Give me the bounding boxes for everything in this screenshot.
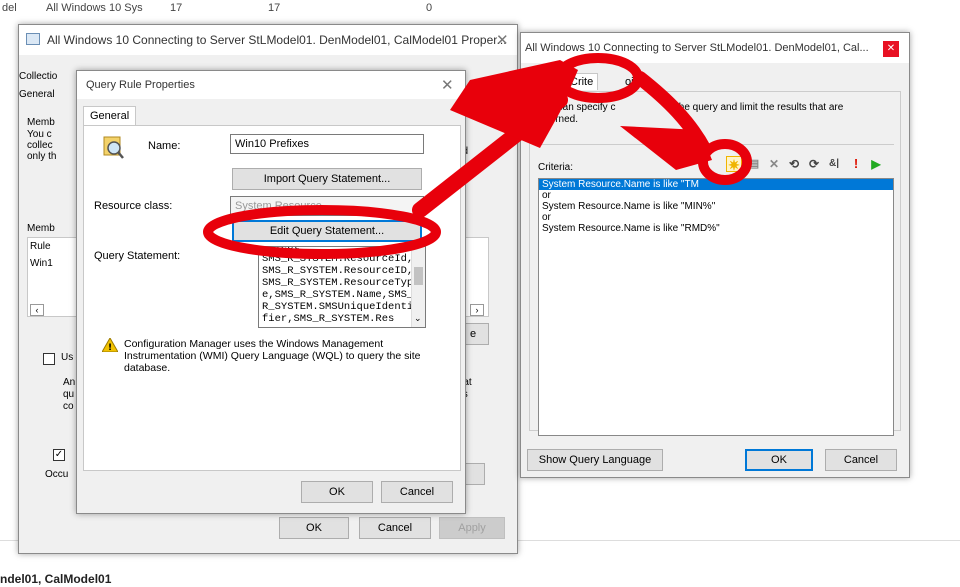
close-icon[interactable]: ✕	[883, 41, 899, 57]
properties-icon[interactable]: ▤	[746, 156, 762, 172]
partial-label: Memb	[27, 117, 55, 128]
warning-text: Configuration Manager uses the Windows M…	[124, 338, 421, 374]
query-line: SMS_R_SYSTEM.ResourceTyp	[262, 277, 414, 289]
partial-label: co	[63, 401, 74, 412]
close-icon[interactable]: ✕	[441, 76, 454, 94]
criteria-item[interactable]: System Resource.Name is like "MIN%"	[539, 201, 893, 212]
partial-label: Us	[61, 352, 74, 363]
name-label: Name:	[148, 140, 181, 152]
edit-query-statement-button[interactable]: Edit Query Statement...	[232, 220, 422, 242]
criteria-list[interactable]: System Resource.Name is like "TM or Syst…	[538, 178, 894, 436]
partial-label: An	[63, 377, 76, 388]
delete-icon[interactable]: ✕	[766, 156, 782, 172]
query-statement-window: All Windows 10 Connecting to Server StLM…	[520, 32, 910, 478]
partial-label: qu	[63, 389, 75, 400]
criteria-item[interactable]: System Resource.Name is like "RMD%"	[539, 223, 893, 234]
description-text: w the query and limit the results that a…	[666, 102, 844, 113]
partial-label: Rule	[30, 241, 51, 252]
rules-list-partial: Rule Win1 ‹	[27, 237, 79, 317]
query-text: select SMS_R_SYSTEM.ResourceId, SMS_R_SY…	[262, 246, 425, 325]
divider	[538, 144, 894, 145]
close-icon[interactable]: ✕	[496, 31, 509, 49]
query-icon	[100, 134, 126, 160]
import-query-statement-button[interactable]: Import Query Statement...	[232, 168, 422, 190]
chevron-down-icon[interactable]: ⌄	[414, 313, 422, 324]
partial-label: collec	[27, 140, 53, 151]
query-statement-label: Query Statement:	[94, 250, 181, 262]
ok-button[interactable]: OK	[301, 481, 373, 503]
bg-cell: 17	[170, 2, 183, 14]
new-criterion-icon[interactable]: ✷	[726, 156, 742, 173]
query-line: e,SMS_R_SYSTEM.Name,SMS_	[262, 289, 414, 301]
svg-text:!: !	[108, 343, 112, 352]
scrollbar-thumb[interactable]	[414, 267, 423, 285]
bg-status-text: ndel01, CalModel01	[0, 572, 112, 586]
title-bar: Query Rule Properties ✕	[77, 71, 465, 99]
description-text: returned.	[538, 114, 579, 125]
group-icon[interactable]: ⟲	[786, 156, 802, 172]
window-title: All Windows 10 Connecting to Server StLM…	[525, 42, 869, 54]
use-checkbox[interactable]	[43, 353, 55, 365]
window-icon	[26, 33, 40, 45]
bg-cell: 0	[426, 2, 433, 14]
query-line: SMS_R_SYSTEM.ResourceID,	[262, 265, 414, 277]
ok-button[interactable]: OK	[745, 449, 813, 471]
partial-label: Occu	[45, 469, 69, 480]
bg-cell: All Windows 10 Sys	[46, 2, 143, 14]
apply-button[interactable]: Apply	[439, 517, 505, 539]
and-or-icon[interactable]: &|	[826, 156, 842, 172]
partial-label: Memb	[27, 223, 55, 234]
cancel-button[interactable]: Cancel	[381, 481, 453, 503]
query-line: select SMS_R_SYSTEM.ResourceId,	[262, 246, 414, 265]
tab-collection[interactable]: Collectio	[19, 71, 57, 82]
description-text: You can specify c	[538, 102, 616, 113]
name-field[interactable]: Win10 Prefixes	[230, 134, 424, 154]
query-line: R_SYSTEM.SMSUniqueIdenti	[262, 301, 414, 313]
partial-label: Win1	[30, 258, 53, 269]
cancel-button[interactable]: Cancel	[825, 449, 897, 471]
scroll-right-icon[interactable]: ›	[470, 304, 484, 316]
tab-joins[interactable]: oins	[625, 76, 645, 88]
tab-general[interactable]: General	[19, 89, 55, 100]
query-line: fier,SMS_R_SYSTEM.Res	[262, 313, 395, 325]
criteria-tab-panel: You can specify c w the query and limit …	[529, 91, 901, 436]
show-query-language-button[interactable]: Show Query Language	[527, 449, 663, 471]
tab-criteria[interactable]: Crite	[565, 73, 599, 90]
scrollbar[interactable]: ⌄	[411, 247, 425, 327]
ok-button[interactable]: OK	[279, 517, 349, 539]
title-bar: All Windows 10 Connecting to Server StLM…	[521, 33, 909, 63]
scroll-left-icon[interactable]: ‹	[30, 304, 44, 316]
ungroup-icon[interactable]: ⟳	[806, 156, 822, 172]
query-statement-box[interactable]: select SMS_R_SYSTEM.ResourceId, SMS_R_SY…	[258, 246, 426, 328]
not-icon[interactable]: !	[848, 156, 864, 172]
general-tab-panel: Name: Win10 Prefixes Import Query Statem…	[83, 125, 461, 471]
criteria-operator[interactable]: or	[539, 190, 893, 201]
criteria-operator[interactable]: or	[539, 212, 893, 223]
partial-label: You c	[27, 129, 52, 140]
tab-general[interactable]: General	[83, 106, 137, 125]
bg-cell: del	[2, 2, 17, 14]
run-icon[interactable]: ▶	[868, 156, 884, 172]
title-bar: All Windows 10 Connecting to Server StLM…	[19, 25, 517, 55]
checked-checkbox[interactable]: ✓	[53, 449, 65, 461]
partial-label: only th	[27, 151, 57, 162]
cancel-button[interactable]: Cancel	[359, 517, 431, 539]
criteria-item[interactable]: System Resource.Name is like "TM	[539, 179, 893, 190]
bg-cell: 17	[268, 2, 281, 14]
warning-icon: !	[101, 336, 119, 353]
resource-class-label: Resource class:	[94, 200, 173, 212]
dialog-title: Query Rule Properties	[86, 79, 195, 91]
query-rule-properties-dialog: Query Rule Properties ✕ General Name: Wi…	[76, 70, 466, 514]
window-title: All Windows 10 Connecting to Server StLM…	[47, 33, 507, 47]
resource-class-field: System Resource	[230, 196, 424, 216]
criteria-label: Criteria:	[538, 162, 574, 173]
